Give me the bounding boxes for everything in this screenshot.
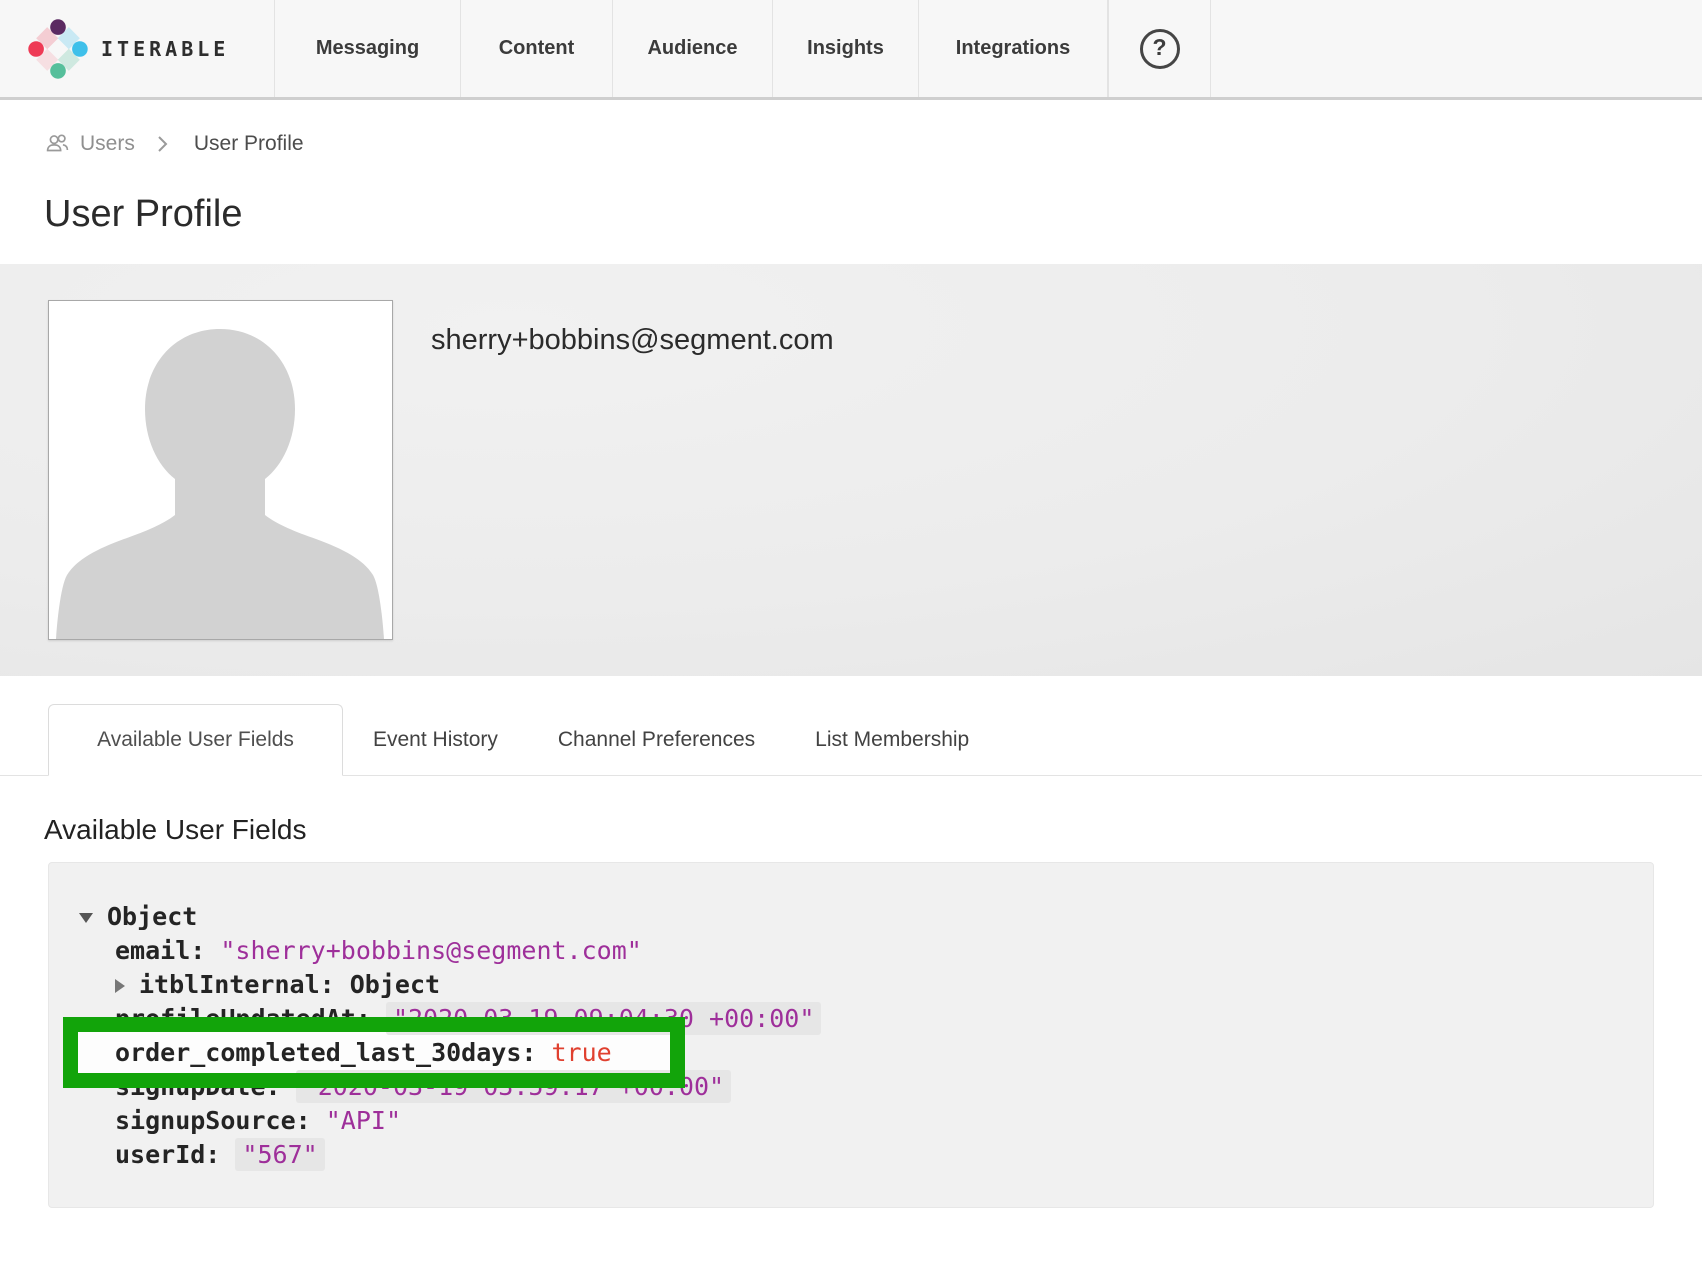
caret-down-icon[interactable] — [79, 913, 93, 923]
field-row-signupSource: signupSource: "API" — [49, 1104, 1653, 1138]
user-email: sherry+bobbins@segment.com — [431, 324, 834, 357]
tab-list-membership[interactable]: List Membership — [785, 704, 999, 775]
help-icon: ? — [1140, 29, 1180, 69]
nav-item-label: Content — [499, 37, 575, 60]
field-value: "2020-03-19 09:04:30 +00:00" — [386, 1002, 821, 1035]
field-key: userId: — [115, 1140, 220, 1169]
nav-item-insights[interactable]: Insights — [772, 0, 918, 97]
field-row-email: email: "sherry+bobbins@segment.com" — [49, 934, 1653, 968]
field-key: signupDate: — [115, 1072, 281, 1101]
nav-item-label: Integrations — [956, 37, 1070, 60]
breadcrumb: Users User Profile — [44, 130, 1702, 157]
nav-item-label: Audience — [647, 37, 737, 60]
field-value: Object — [350, 970, 440, 999]
breadcrumb-users-link[interactable]: Users — [44, 130, 135, 157]
field-value: "API" — [326, 1106, 401, 1135]
avatar-placeholder-icon — [49, 301, 392, 639]
field-row-userId: userId: "567" — [49, 1138, 1653, 1172]
profile-tabs: Available User Fields Event History Chan… — [0, 704, 1702, 776]
help-button[interactable]: ? — [1108, 0, 1211, 97]
users-icon — [44, 130, 71, 157]
field-row-order_completed_last_30days: order_completed_last_30days: true — [49, 1036, 1653, 1070]
field-value: true — [552, 1038, 612, 1067]
iterable-logo-icon — [28, 19, 88, 79]
tab-available-user-fields[interactable]: Available User Fields — [48, 704, 343, 776]
chevron-right-icon — [157, 135, 168, 153]
field-key: signupSource: — [115, 1106, 311, 1135]
field-key: profileUpdatedAt: — [115, 1004, 371, 1033]
nav-item-integrations[interactable]: Integrations — [918, 0, 1108, 97]
tab-label: List Membership — [815, 728, 969, 752]
user-fields-panel: Object email: "sherry+bobbins@segment.co… — [48, 862, 1654, 1208]
field-row-itblInternal[interactable]: itblInternal: Object — [49, 968, 1653, 1002]
top-nav: ITERABLE Messaging Content Audience Insi… — [0, 0, 1702, 100]
nav-item-label: Insights — [807, 37, 884, 60]
tree-root-row[interactable]: Object — [49, 900, 1653, 934]
field-row-profileUpdatedAt: profileUpdatedAt: "2020-03-19 09:04:30 +… — [49, 1002, 1653, 1036]
nav-item-content[interactable]: Content — [460, 0, 612, 97]
section-heading: Available User Fields — [44, 814, 1702, 846]
tab-label: Available User Fields — [97, 728, 294, 752]
iterable-logo[interactable]: ITERABLE — [0, 0, 274, 97]
tab-label: Event History — [373, 728, 498, 752]
field-value: "567" — [235, 1138, 324, 1171]
avatar — [48, 300, 393, 640]
field-key: itblInternal: — [139, 970, 335, 999]
tab-channel-preferences[interactable]: Channel Preferences — [528, 704, 785, 775]
tree-root-label: Object — [107, 902, 197, 931]
profile-hero: sherry+bobbins@segment.com — [0, 264, 1702, 676]
nav-item-audience[interactable]: Audience — [612, 0, 772, 97]
field-row-signupDate: signupDate: "2020-03-19 03:59:17 +00:00" — [49, 1070, 1653, 1104]
nav-item-label: Messaging — [316, 37, 419, 60]
field-key: order_completed_last_30days: — [115, 1038, 536, 1067]
caret-right-icon[interactable] — [115, 979, 125, 993]
page-title: User Profile — [44, 193, 1702, 236]
field-value: "2020-03-19 03:59:17 +00:00" — [296, 1070, 731, 1103]
tab-label: Channel Preferences — [558, 728, 755, 752]
tab-event-history[interactable]: Event History — [343, 704, 528, 775]
breadcrumb-current-label: User Profile — [194, 132, 304, 156]
field-key: email: — [115, 936, 205, 965]
field-value: "sherry+bobbins@segment.com" — [220, 936, 641, 965]
brand-name: ITERABLE — [101, 37, 229, 61]
nav-item-messaging[interactable]: Messaging — [274, 0, 460, 97]
breadcrumb-root-label: Users — [80, 132, 135, 156]
